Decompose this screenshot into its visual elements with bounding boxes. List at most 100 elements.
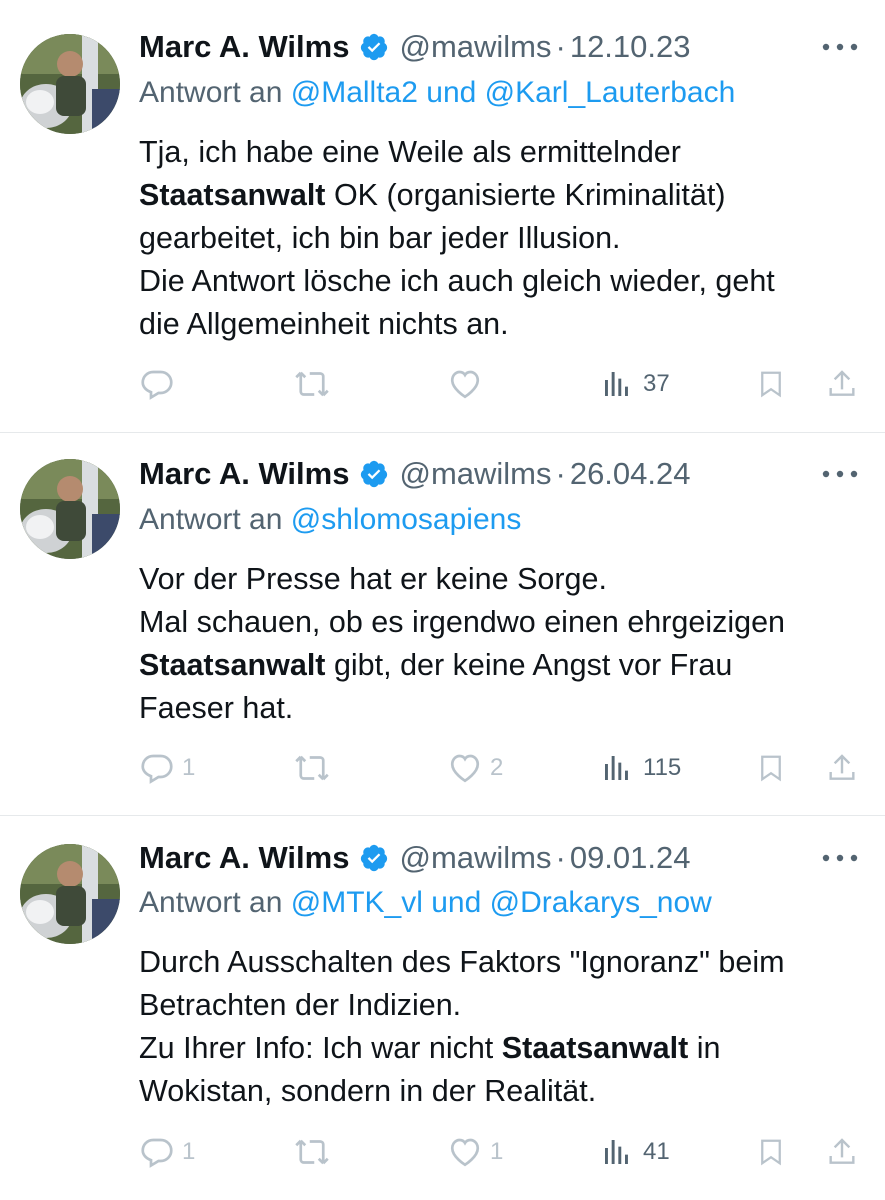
- more-options-icon[interactable]: [821, 42, 859, 52]
- tweet-text-line: die Allgemeinheit nichts an.: [139, 307, 509, 341]
- avatar-photo: [20, 844, 120, 944]
- reply-label: Antwort an: [139, 76, 283, 109]
- views-button[interactable]: 115: [601, 746, 681, 790]
- tweet-text-line: Die Antwort lösche ich auch gleich wiede…: [139, 264, 775, 298]
- bookmark-icon: [761, 755, 781, 782]
- tweet-text: Vor der Presse hat er keine Sorge. Mal sc…: [139, 558, 869, 730]
- share-icon: [829, 754, 855, 780]
- share-button[interactable]: [826, 1130, 858, 1174]
- share-button[interactable]: [826, 362, 858, 406]
- tweet-actions: 1 2 115: [0, 746, 885, 790]
- highlighted-word: Staatsanwalt: [139, 178, 326, 212]
- verified-badge-icon: [361, 460, 388, 488]
- separator-dot: ·: [555, 840, 566, 875]
- like-count: 2: [490, 754, 504, 781]
- share-icon: [829, 370, 855, 396]
- retweet-button[interactable]: [292, 1130, 338, 1174]
- author-handle[interactable]: @mawilms: [399, 456, 551, 492]
- tweet-text: Durch Ausschalten des Faktors "Ignoranz"…: [139, 941, 869, 1113]
- reply-context: Antwort an @Mallta2 und @Karl_Lauterbach: [139, 76, 735, 110]
- bookmark-icon: [761, 1139, 781, 1166]
- bookmark-icon: [761, 371, 781, 398]
- tweet-date[interactable]: 09.01.24: [570, 840, 691, 876]
- author-handle[interactable]: @mawilms: [399, 29, 551, 65]
- tweet-date[interactable]: 12.10.23: [570, 29, 691, 65]
- tweet-header: Marc A. Wilms @mawilms · 12.10.23: [139, 25, 865, 69]
- verified-badge-icon: [361, 33, 388, 61]
- share-button[interactable]: [826, 746, 858, 790]
- reply-count: 1: [182, 754, 196, 781]
- bookmark-button[interactable]: [756, 1130, 786, 1174]
- tweet-text-line: Mal schauen, ob es irgendwo einen ehrgei…: [139, 605, 786, 639]
- tweet-text-line: Vor der Presse hat er keine Sorge.: [139, 562, 607, 596]
- tweet-text-line: Tja, ich habe eine Weile als ermittelnde…: [139, 135, 681, 169]
- author-name[interactable]: Marc A. Wilms: [139, 456, 349, 492]
- reply-button[interactable]: 1: [138, 746, 195, 790]
- like-count: 1: [490, 1138, 504, 1165]
- tweet-header: Marc A. Wilms @mawilms · 26.04.24: [139, 452, 865, 496]
- share-icon: [829, 1138, 855, 1164]
- more-options-icon[interactable]: [821, 853, 859, 863]
- tweet-text-line: Staatsanwalt gibt, der keine Angst vor F…: [139, 648, 733, 682]
- reply-icon: [141, 370, 173, 400]
- reply-label: Antwort an: [139, 503, 283, 536]
- views-icon: [605, 372, 628, 396]
- tweet-actions: 1 1 41: [0, 1130, 885, 1174]
- avatar-photo: [20, 34, 120, 134]
- more-options-icon[interactable]: [821, 469, 859, 479]
- tweet-text-line: Faeser hat.: [139, 691, 294, 725]
- bookmark-button[interactable]: [756, 746, 786, 790]
- tweet-text-line: Staatsanwalt OK (organisierte Kriminalit…: [139, 178, 726, 212]
- like-button[interactable]: 1: [446, 1130, 503, 1174]
- retweet-icon: [295, 755, 329, 781]
- reply-label: Antwort an: [139, 886, 283, 919]
- reply-count: 1: [182, 1138, 196, 1165]
- avatar-photo: [20, 459, 120, 559]
- views-button[interactable]: 41: [601, 1130, 670, 1174]
- highlighted-word: Staatsanwalt: [139, 648, 326, 682]
- reply-context: Antwort an @MTK_vl und @Drakarys_now: [139, 886, 712, 920]
- tweet-date[interactable]: 26.04.24: [570, 456, 691, 492]
- retweet-button[interactable]: [292, 746, 338, 790]
- author-name[interactable]: Marc A. Wilms: [139, 29, 349, 65]
- retweet-icon: [295, 371, 329, 397]
- like-icon: [450, 1138, 480, 1167]
- tweet-divider: [0, 815, 885, 816]
- reply-mentions[interactable]: @Mallta2 und @Karl_Lauterbach: [291, 76, 736, 109]
- views-icon: [605, 1140, 628, 1164]
- tweet-text-line: Wokistan, sondern in der Realität.: [139, 1074, 597, 1108]
- views-icon: [605, 756, 628, 780]
- bookmark-button[interactable]: [756, 362, 786, 406]
- view-count: 37: [643, 370, 670, 397]
- retweet-icon: [295, 1139, 329, 1165]
- tweet-text: Tja, ich habe eine Weile als ermittelnde…: [139, 131, 869, 346]
- avatar[interactable]: [20, 459, 120, 559]
- reply-button[interactable]: [138, 362, 182, 406]
- tweet-divider: [0, 432, 885, 433]
- highlighted-word: Staatsanwalt: [501, 1031, 689, 1065]
- view-count: 41: [643, 1138, 670, 1165]
- views-button[interactable]: 37: [601, 362, 670, 406]
- author-handle[interactable]: @mawilms: [399, 840, 551, 876]
- tweet-text-line: Durch Ausschalten des Faktors "Ignoranz"…: [139, 945, 785, 979]
- avatar[interactable]: [20, 34, 120, 134]
- like-icon: [450, 754, 480, 783]
- tweet-text-line: Zu Ihrer Info: Ich war nicht Staatsanwal…: [139, 1031, 721, 1065]
- reply-mentions[interactable]: @shlomosapiens: [291, 503, 522, 536]
- like-button[interactable]: [446, 362, 490, 406]
- avatar[interactable]: [20, 844, 120, 944]
- like-icon: [450, 370, 480, 399]
- reply-icon: [141, 1138, 173, 1168]
- author-name[interactable]: Marc A. Wilms: [139, 840, 349, 876]
- reply-context: Antwort an @shlomosapiens: [139, 503, 521, 537]
- tweet-actions: 37: [0, 362, 885, 406]
- separator-dot: ·: [555, 29, 566, 64]
- verified-badge-icon: [361, 844, 388, 872]
- reply-button[interactable]: 1: [138, 1130, 195, 1174]
- like-button[interactable]: 2: [446, 746, 503, 790]
- tweet-header: Marc A. Wilms @mawilms · 09.01.24: [139, 836, 865, 880]
- reply-mentions[interactable]: @MTK_vl und @Drakarys_now: [291, 886, 712, 919]
- reply-icon: [141, 754, 173, 784]
- retweet-button[interactable]: [292, 362, 338, 406]
- tweet-text-line: gearbeitet, ich bin bar jeder Illusion.: [139, 221, 621, 255]
